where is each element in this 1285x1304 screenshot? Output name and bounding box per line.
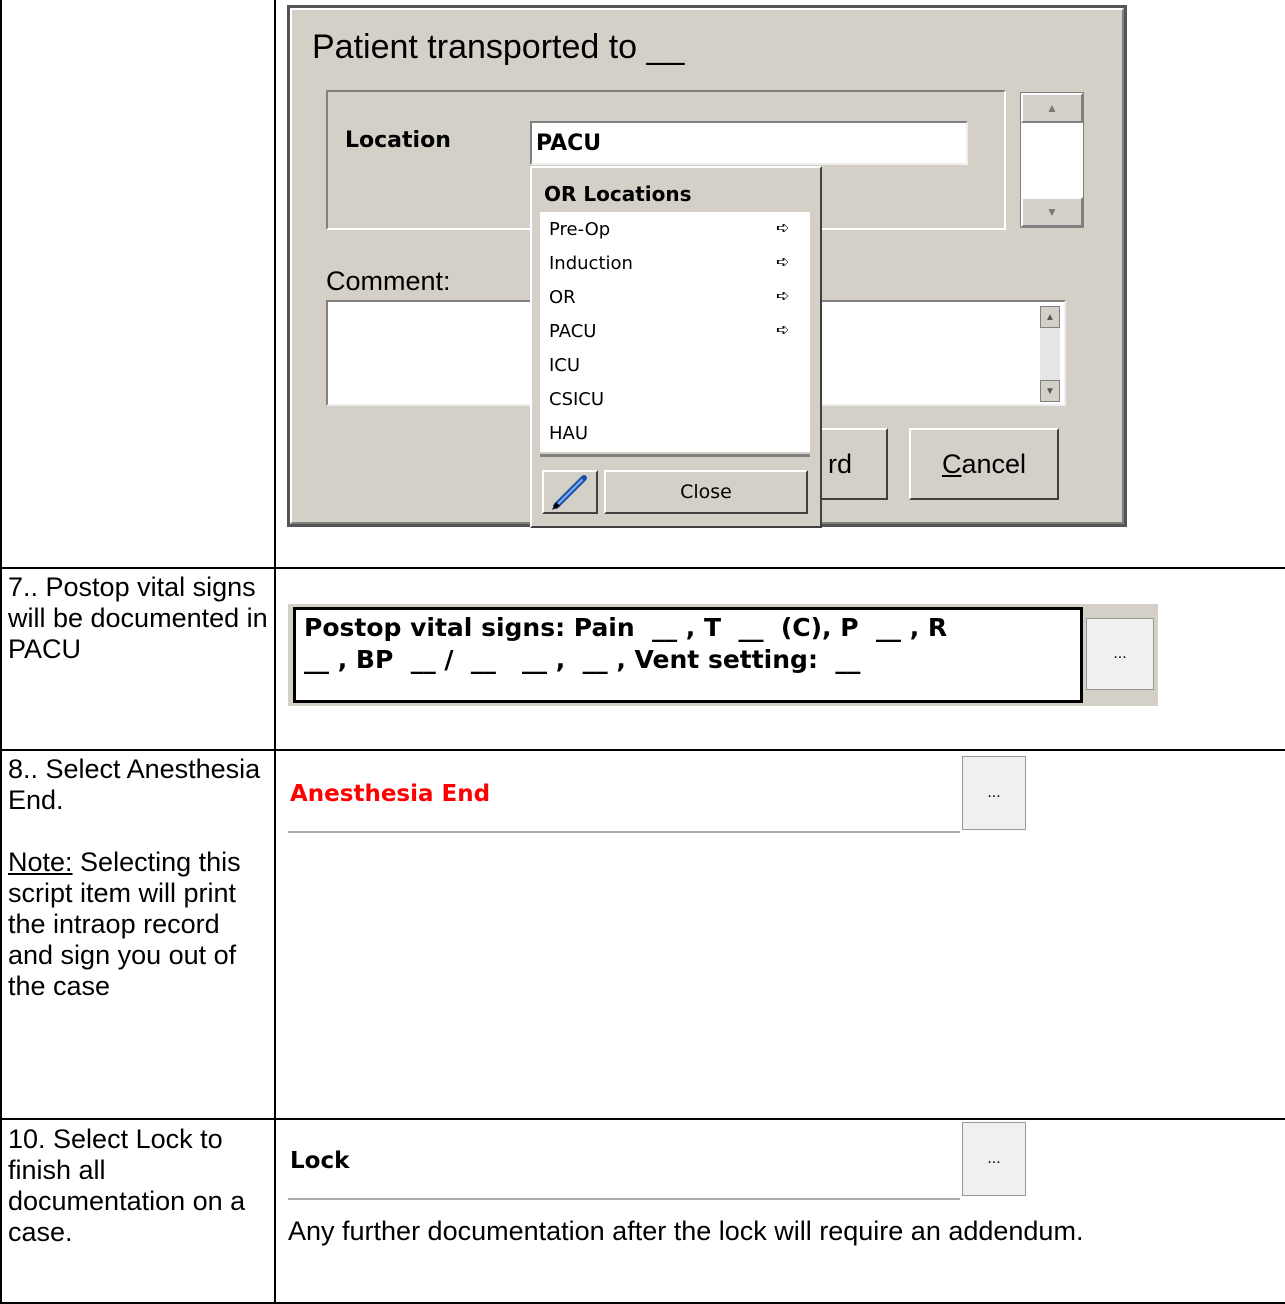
menu-item-icu[interactable]: ICU	[540, 348, 810, 382]
vitals-line-1: Postop vital signs: Pain __ , T __ (C), …	[304, 613, 948, 642]
scroll-up-button[interactable]: ▲	[1040, 306, 1060, 328]
lock-item[interactable]: Lock	[288, 1120, 960, 1200]
location-label: Location	[345, 128, 451, 153]
submenu-arrow-icon: ➪	[776, 286, 790, 305]
step-8-text: 8.. Select Anesthesia End. Note: Selecti…	[8, 754, 261, 1001]
menu-item-csicu[interactable]: CSICU	[540, 382, 810, 416]
vitals-line-2: __ , BP __ / __ __ , __ , Vent setting: …	[304, 645, 861, 674]
table-column-divider	[274, 0, 276, 1304]
submenu-arrow-icon: ➪	[776, 218, 790, 237]
dialog-title: Patient transported to __	[312, 28, 685, 66]
menu-separator	[540, 454, 810, 457]
comment-label: Comment:	[326, 266, 451, 296]
cancel-button-label: ancel	[961, 448, 1027, 479]
record-button-label: rd	[827, 448, 852, 479]
table-row-divider	[0, 749, 1285, 751]
pen-icon	[552, 475, 587, 510]
pen-button[interactable]	[542, 470, 598, 514]
submenu-arrow-icon: ➪	[776, 252, 790, 271]
submenu-arrow-icon: ➪	[776, 320, 790, 339]
anesthesia-end-label: Anesthesia End	[290, 781, 491, 807]
postop-vitals-item: Postop vital signs: Pain __ , T __ (C), …	[288, 604, 1158, 706]
lock-more-button[interactable]: ...	[962, 1122, 1026, 1196]
menu-item-pre-op[interactable]: Pre-Op ➪	[540, 212, 810, 246]
table-row-divider	[0, 567, 1285, 569]
location-field[interactable]: PACU	[530, 121, 968, 165]
menu-item-induction[interactable]: Induction ➪	[540, 246, 810, 280]
table-left-border	[0, 0, 2, 1304]
location-scrollbar[interactable]: ▲ ▼	[1020, 92, 1084, 228]
vitals-more-button[interactable]: ...	[1086, 618, 1154, 690]
scroll-down-button[interactable]: ▼	[1021, 197, 1083, 227]
scroll-up-button[interactable]: ▲	[1021, 93, 1083, 123]
menu-item-or[interactable]: OR ➪	[540, 280, 810, 314]
close-button[interactable]: Close	[604, 470, 808, 514]
or-locations-menu: OR Locations Pre-Op ➪ Induction ➪ OR ➪ PACU…	[530, 166, 822, 528]
lock-label: Lock	[290, 1148, 350, 1174]
anesthesia-end-more-button[interactable]: ...	[962, 756, 1026, 830]
step-7-text: 7.. Postop vital signs will be documente…	[8, 572, 268, 664]
postop-vitals-field[interactable]: Postop vital signs: Pain __ , T __ (C), …	[293, 607, 1083, 703]
anesthesia-end-item[interactable]: Anesthesia End	[288, 753, 960, 833]
menu-list: Pre-Op ➪ Induction ➪ OR ➪ PACU ➪ ICU CSICU H…	[540, 212, 810, 452]
menu-title: OR Locations	[544, 182, 692, 206]
menu-item-pacu[interactable]: PACU ➪	[540, 314, 810, 348]
menu-item-hau[interactable]: HAU	[540, 416, 810, 450]
comment-scrollbar[interactable]: ▲ ▼	[1040, 306, 1060, 402]
note-label: Note:	[8, 847, 73, 877]
lock-note: Any further documentation after the lock…	[288, 1216, 1084, 1246]
cancel-button[interactable]: Cancel	[909, 428, 1059, 500]
cancel-mnemonic: C	[941, 448, 962, 479]
scroll-down-button[interactable]: ▼	[1040, 380, 1060, 402]
step-10-text: 10. Select Lock to finish all documentat…	[8, 1124, 246, 1247]
